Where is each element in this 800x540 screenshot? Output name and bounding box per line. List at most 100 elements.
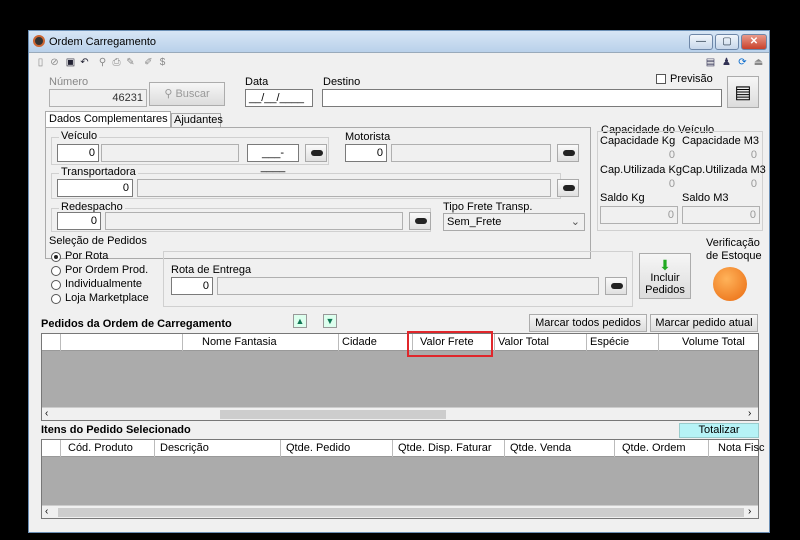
calc-icon[interactable]: ▤ [705, 57, 716, 68]
col-qtde-ordem[interactable]: Qtde. Ordem [622, 442, 686, 454]
saldo-m3-value: 0 [682, 206, 760, 224]
verificacao-line1: Verificação [706, 237, 760, 249]
col-descricao[interactable]: Descrição [160, 442, 209, 454]
incluir-line2: Pedidos [645, 284, 685, 296]
radio-por-ordem[interactable] [51, 266, 61, 276]
tab-ajudantes-label: Ajudantes [174, 114, 223, 126]
exit-icon[interactable]: ⏏ [753, 57, 764, 68]
data-label: Data [245, 76, 269, 88]
col-volume-total[interactable]: Volume Total [682, 336, 745, 348]
pedidos-hscrollbar[interactable]: ‹ › [42, 407, 758, 420]
buscar-button[interactable]: ⚲ Buscar [149, 82, 225, 106]
veiculo-label: Veículo [59, 130, 100, 142]
tipo-frete-value: Sem_Frete [447, 216, 502, 228]
minimize-button[interactable]: — [689, 34, 713, 50]
cap-m3-label: Capacidade M3 [682, 135, 760, 147]
previsao-checkbox[interactable] [656, 74, 666, 84]
transportadora-lookup-icon[interactable] [557, 179, 579, 197]
itens-grid[interactable]: Cód. Produto Descrição Qtde. Pedido Qtde… [41, 439, 764, 519]
scroll-thumb[interactable] [220, 410, 446, 419]
cancel-icon[interactable]: ⊘ [49, 57, 60, 68]
scroll-left-icon[interactable]: ‹ [45, 408, 48, 419]
option-por-rota: Por Rota [65, 250, 109, 262]
motorista-lookup-icon[interactable] [557, 144, 579, 162]
tipo-frete-label: Tipo Frete Transp. [443, 201, 533, 213]
transportadora-field[interactable]: 0 [57, 179, 133, 197]
radio-individualmente[interactable] [51, 280, 61, 290]
motorista-field[interactable]: 0 [345, 144, 387, 162]
marcar-atual-button[interactable]: Marcar pedido atual [650, 314, 758, 332]
transportadora-desc [137, 179, 551, 197]
radio-por-rota[interactable] [51, 252, 61, 262]
itens-header: Cód. Produto Descrição Qtde. Pedido Qtde… [42, 440, 764, 457]
report-button[interactable]: ▤ [727, 76, 759, 108]
pedidos-grid[interactable]: Nome Fantasia Cidade Valor Frete Valor T… [41, 331, 759, 421]
previsao-label: Previsão [670, 73, 713, 85]
find-icon[interactable]: ⚲ [97, 57, 108, 68]
maximize-button[interactable]: ▢ [715, 34, 739, 50]
radio-loja[interactable] [51, 294, 61, 304]
move-up-icon[interactable]: ▲ [293, 314, 307, 328]
buscar-label: Buscar [175, 88, 210, 100]
toolbar: ▯ ⊘ ▣ ↶ ⚲ ⎙ ✎ ✐ $ ▤ ♟ ⟳ ⏏ [29, 54, 769, 72]
util-m3-label: Cap.Utilizada M3 [682, 164, 766, 176]
pedidos-title: Pedidos da Ordem de Carregamento [41, 318, 232, 330]
refresh-icon[interactable]: ⟳ [737, 57, 748, 68]
scroll-thumb[interactable] [58, 508, 744, 517]
saldo-kg-label: Saldo Kg [600, 192, 645, 204]
col-nota-fisc[interactable]: Nota Fisc [718, 442, 764, 454]
col-cod-produto[interactable]: Cód. Produto [68, 442, 133, 454]
destino-field[interactable] [322, 89, 722, 107]
report-icon: ▤ [734, 82, 752, 102]
tipo-frete-select[interactable]: Sem_Frete ⌄ [443, 213, 585, 231]
scroll-left-icon[interactable]: ‹ [45, 506, 48, 517]
users-icon[interactable]: ♟ [721, 57, 732, 68]
itens-hscrollbar[interactable]: ‹ › [42, 505, 758, 518]
verificacao-line2: de Estoque [706, 250, 762, 262]
col-especie[interactable]: Espécie [590, 336, 629, 348]
redespacho-field[interactable]: 0 [57, 212, 101, 230]
tab-dados[interactable]: Dados Complementares [45, 111, 171, 127]
print-icon[interactable]: ⎙ [111, 57, 122, 68]
veiculo-lookup-icon[interactable] [305, 144, 327, 162]
redespacho-lookup-icon[interactable] [409, 212, 431, 230]
option-individualmente: Individualmente [65, 278, 143, 290]
cap-m3-value: 0 [682, 147, 760, 165]
new-icon[interactable]: ▯ [35, 57, 46, 68]
window-title: Ordem Carregamento [49, 36, 156, 48]
tab-dados-label: Dados Complementares [49, 113, 168, 125]
selecao-title: Seleção de Pedidos [49, 235, 147, 247]
rota-label: Rota de Entrega [171, 264, 252, 276]
delete-icon[interactable]: ✎ [125, 57, 136, 68]
incluir-pedidos-button[interactable]: ⬇ Incluir Pedidos [639, 253, 691, 299]
incluir-line1: Incluir [650, 272, 680, 284]
totalizar-button[interactable]: Totalizar [679, 423, 759, 438]
rota-lookup-icon[interactable] [605, 277, 627, 295]
rota-field[interactable]: 0 [171, 277, 213, 295]
destino-label: Destino [323, 76, 361, 88]
scroll-right-icon[interactable]: › [748, 506, 751, 517]
move-down-icon[interactable]: ▼ [323, 314, 337, 328]
placa-field[interactable]: ___-____ [247, 144, 299, 173]
col-valor-total[interactable]: Valor Total [498, 336, 549, 348]
data-field[interactable]: __/__/____ [245, 89, 313, 107]
col-cidade[interactable]: Cidade [342, 336, 377, 348]
scroll-right-icon[interactable]: › [748, 408, 751, 419]
money-icon[interactable]: $ [157, 57, 168, 68]
valor-frete-highlight [407, 331, 493, 357]
col-qtde-venda[interactable]: Qtde. Venda [510, 442, 571, 454]
tab-ajudantes[interactable]: Ajudantes [171, 113, 223, 127]
util-kg-label: Cap.Utilizada Kg [600, 164, 682, 176]
col-qtde-pedido[interactable]: Qtde. Pedido [286, 442, 350, 454]
itens-title: Itens do Pedido Selecionado [41, 424, 191, 436]
save-icon[interactable]: ▣ [65, 57, 76, 68]
col-nome-fantasia[interactable]: Nome Fantasia [202, 336, 277, 348]
veiculo-field[interactable]: 0 [57, 144, 99, 162]
edit-icon[interactable]: ✐ [143, 57, 154, 68]
undo-icon[interactable]: ↶ [79, 57, 90, 68]
motorista-desc [391, 144, 551, 162]
close-button[interactable]: ✕ [741, 34, 767, 50]
col-qtde-disp[interactable]: Qtde. Disp. Faturar [398, 442, 492, 454]
verificacao-estoque-icon[interactable] [713, 267, 747, 301]
marcar-todos-button[interactable]: Marcar todos pedidos [529, 314, 647, 332]
